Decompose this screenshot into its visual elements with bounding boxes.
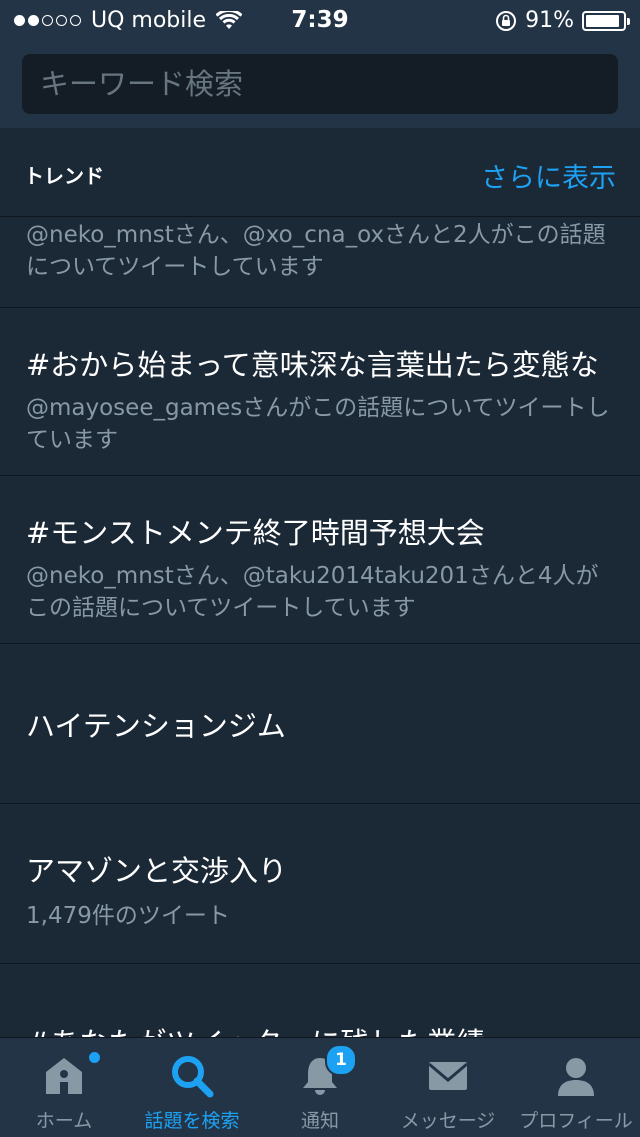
search-bar <box>0 40 640 128</box>
orientation-lock-icon <box>496 10 517 31</box>
trend-item[interactable]: #あなたがツイッターに残した業績 <box>0 964 640 1037</box>
tab-home[interactable]: ホーム <box>0 1038 128 1137</box>
battery-icon <box>582 10 630 31</box>
trends-header: トレンド さらに表示 <box>0 128 640 217</box>
trend-item[interactable]: #モンストメンテ終了時間予想大会 @neko_mnstさん、@taku2014t… <box>0 476 640 644</box>
status-right: 91% <box>495 8 630 33</box>
tab-messages[interactable]: メッセージ <box>384 1038 512 1137</box>
trends-list: @neko_mnstさん、@xo_cna_oxさんと2人がこの話題についてツイー… <box>0 217 640 1037</box>
trend-item[interactable]: アマゾンと交渉入り 1,479件のツイート <box>0 804 640 964</box>
trend-item[interactable]: #おから始まって意味深な言葉出たら変態な @mayosee_gamesさんがこの… <box>0 308 640 476</box>
tab-search-label: 話題を検索 <box>144 1110 240 1132</box>
tab-notifications-label: 通知 <box>300 1110 339 1132</box>
trend-meta: 1,479件のツイート <box>26 903 230 929</box>
tab-profile[interactable]: プロフィール <box>512 1038 640 1137</box>
trend-name: ハイテンションジム <box>26 708 286 743</box>
trend-meta: @neko_mnstさん、@xo_cna_oxさんと2人がこの話題についてツイー… <box>26 222 606 280</box>
search-input[interactable] <box>22 54 618 114</box>
trend-name: #おから始まって意味深な言葉出たら変態な <box>26 348 599 382</box>
show-more-link[interactable]: さらに表示 <box>481 156 616 195</box>
person-icon <box>558 1058 594 1096</box>
home-unread-dot <box>87 1050 102 1065</box>
envelope-icon <box>428 1062 468 1090</box>
tab-home-label: ホーム <box>35 1110 93 1132</box>
trend-meta: @mayosee_gamesさんがこの話題についてツイートしています <box>26 395 610 453</box>
tab-search[interactable]: 話題を検索 <box>128 1038 256 1137</box>
tab-bar: ホーム 話題を検索 1 通知 メッセージ プロフィール <box>0 1037 640 1137</box>
tab-messages-label: メッセージ <box>400 1110 496 1132</box>
trend-item[interactable]: ハイテンションジム <box>0 644 640 804</box>
trend-item[interactable]: @neko_mnstさん、@xo_cna_oxさんと2人がこの話題についてツイー… <box>0 217 640 308</box>
trend-name: アマゾンと交渉入り <box>26 854 288 888</box>
search-icon <box>172 1056 214 1098</box>
battery-fill <box>586 14 619 27</box>
status-bar: UQ mobile 7:39 91% <box>0 0 640 40</box>
battery-percent: 91% <box>525 8 574 33</box>
tab-profile-label: プロフィール <box>519 1110 633 1132</box>
notifications-badge: 1 <box>325 1044 357 1076</box>
trend-meta: @neko_mnstさん、@taku2014taku201さんと4人がこの話題に… <box>26 563 599 621</box>
trend-name: #モンストメンテ終了時間予想大会 <box>26 516 485 550</box>
trend-name: #あなたがツイッターに残した業績 <box>26 1020 614 1037</box>
tab-notifications[interactable]: 1 通知 <box>256 1038 384 1137</box>
trends-title: トレンド <box>24 164 104 188</box>
home-icon <box>46 1058 82 1094</box>
